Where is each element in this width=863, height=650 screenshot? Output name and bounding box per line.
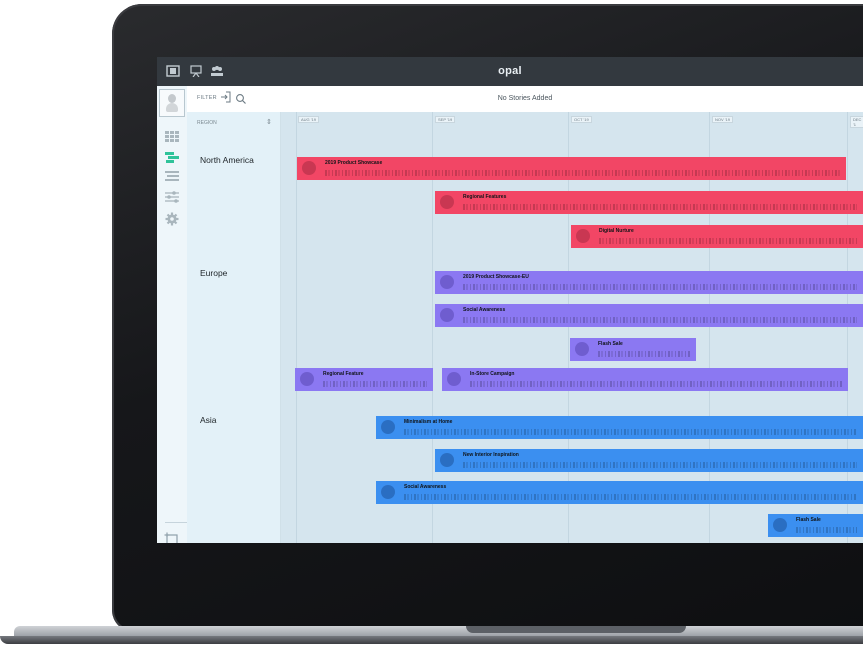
sort-icon[interactable]: ⇕ <box>266 118 272 126</box>
story-activity-sparkline <box>323 381 427 387</box>
story-activity-sparkline <box>325 170 840 176</box>
story-avatar <box>381 485 395 499</box>
story-avatar <box>302 161 316 175</box>
story-avatar <box>575 342 589 356</box>
story-bar[interactable]: Social Awareness <box>435 304 863 327</box>
list-icon[interactable] <box>164 170 180 184</box>
story-activity-sparkline <box>463 204 857 210</box>
story-activity-sparkline <box>463 462 857 468</box>
story-bar[interactable]: Minimalism at Home <box>376 416 863 439</box>
laptop-base-top <box>14 626 863 636</box>
region-header: REGION <box>197 120 217 126</box>
region-asia: Asia <box>200 415 217 425</box>
laptop-base-bottom <box>0 636 863 644</box>
story-title: Flash Sale <box>598 341 623 347</box>
story-bar[interactable]: 2019 Product Showcase <box>297 157 846 180</box>
story-bar[interactable]: 2019 Product Showcase-EU <box>435 271 863 294</box>
region-europe: Europe <box>200 268 228 278</box>
story-title: In-Store Campaign <box>470 371 515 377</box>
story-activity-sparkline <box>796 527 857 533</box>
month-label: NOV '19 <box>712 116 733 123</box>
story-avatar <box>381 420 395 434</box>
story-title: Regional Feature <box>323 371 364 377</box>
month-gridline <box>847 112 848 543</box>
region-north-america: North America <box>200 155 254 165</box>
avatar[interactable] <box>159 89 185 117</box>
timeline-icon[interactable] <box>164 151 180 165</box>
story-title: Minimalism at Home <box>404 419 453 425</box>
month-label: AUG '19 <box>298 116 319 123</box>
story-avatar <box>447 372 461 386</box>
story-activity-sparkline <box>404 429 857 435</box>
story-bar[interactable]: In-Store Campaign <box>442 368 848 391</box>
app-title: opal <box>498 65 522 77</box>
month-label: SEP '19 <box>435 116 456 123</box>
laptop-hinge-notch <box>466 626 686 633</box>
story-bar[interactable]: Social Awareness <box>376 481 863 504</box>
top-bar: opal <box>157 57 863 86</box>
story-title: New Interior Inspiration <box>463 452 519 458</box>
story-bar[interactable]: Flash Sale <box>768 514 863 537</box>
story-avatar <box>440 308 454 322</box>
story-activity-sparkline <box>599 238 857 244</box>
story-title: Digital Nurture <box>599 228 634 234</box>
month-label: DEC '1 <box>850 116 863 128</box>
story-avatar <box>440 195 454 209</box>
month-label: OCT '19 <box>571 116 592 123</box>
add-story-icon[interactable] <box>164 532 180 543</box>
story-activity-sparkline <box>470 381 842 387</box>
sliders-icon[interactable] <box>164 190 180 204</box>
story-bar[interactable]: Digital Nurture <box>571 225 863 248</box>
story-bar[interactable]: Regional Feature <box>295 368 433 391</box>
story-avatar <box>576 229 590 243</box>
region-column: REGION ⇕ North America Europe Asia <box>187 112 281 543</box>
story-activity-sparkline <box>598 351 690 357</box>
story-avatar <box>773 518 787 532</box>
story-bar[interactable]: Flash Sale <box>570 338 696 361</box>
story-activity-sparkline <box>404 494 857 500</box>
timeline-area: AUG '19 SEP '19 OCT '19 NOV '19 DEC '1 2… <box>281 112 863 543</box>
story-title: Social Awareness <box>463 307 506 313</box>
sidebar-divider <box>165 522 187 523</box>
app-screen: opal FILTER No Stories Added REGION ⇕ No… <box>157 57 863 543</box>
gear-icon[interactable] <box>164 212 180 226</box>
story-avatar <box>440 453 454 467</box>
story-title: Flash Sale <box>796 517 821 523</box>
story-activity-sparkline <box>463 284 857 290</box>
grid-icon[interactable] <box>164 130 180 144</box>
story-title: 2019 Product Showcase-EU <box>463 274 529 280</box>
story-title: 2019 Product Showcase <box>325 160 383 166</box>
laptop-base <box>0 626 863 650</box>
story-bar[interactable]: Regional Features <box>435 191 863 214</box>
sidebar <box>157 86 188 543</box>
story-title: Social Awareness <box>404 484 447 490</box>
story-avatar <box>300 372 314 386</box>
story-activity-sparkline <box>463 317 857 323</box>
filter-bar: FILTER No Stories Added <box>187 86 863 113</box>
status-text: No Stories Added <box>497 95 553 102</box>
story-title: Regional Features <box>463 194 507 200</box>
story-bar[interactable]: New Interior Inspiration <box>435 449 863 472</box>
story-avatar <box>440 275 454 289</box>
